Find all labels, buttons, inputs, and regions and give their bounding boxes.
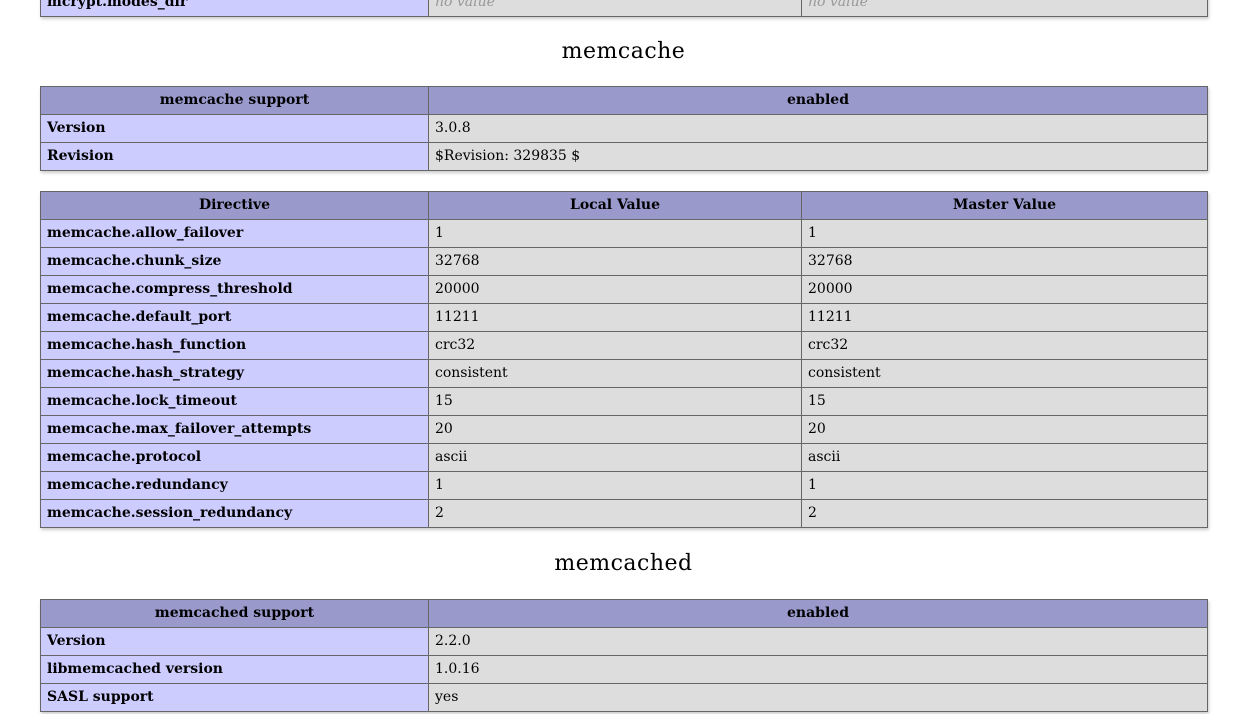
memcached-info-table: memcached support enabled Version 2.2.0 … <box>40 599 1208 712</box>
local-value: no value <box>428 0 802 17</box>
memcache-directives-table: Directive Local Value Master Value memca… <box>40 191 1208 528</box>
memcache-info-table: memcache support enabled Version 3.0.8 R… <box>40 86 1208 171</box>
local-value: 20000 <box>428 275 802 304</box>
directive-name: mcrypt.modes_dir <box>40 0 429 17</box>
info-key: SASL support <box>40 683 429 712</box>
table-row: memcache.chunk_size 32768 32768 <box>40 247 1208 276</box>
info-value: $Revision: 329835 $ <box>428 142 1208 171</box>
info-value: 1.0.16 <box>428 655 1208 684</box>
table-row: SASL support yes <box>40 683 1208 712</box>
info-key: Version <box>40 627 429 656</box>
info-value: 3.0.8 <box>428 114 1208 143</box>
header-cell: enabled <box>428 86 1208 115</box>
table-row: Version 3.0.8 <box>40 114 1208 143</box>
master-value: no value <box>801 0 1208 17</box>
header-cell: memcache support <box>40 86 429 115</box>
info-key: Revision <box>40 142 429 171</box>
local-value: 1 <box>428 219 802 248</box>
directive-name: memcache.allow_failover <box>40 219 429 248</box>
local-value: 11211 <box>428 303 802 332</box>
table-row: memcache.lock_timeout 15 15 <box>40 387 1208 416</box>
directive-name: memcache.max_failover_attempts <box>40 415 429 444</box>
master-value: 15 <box>801 387 1208 416</box>
directive-name: memcache.hash_strategy <box>40 359 429 388</box>
header-cell: enabled <box>428 599 1208 628</box>
local-value: ascii <box>428 443 802 472</box>
table-header-row: memcached support enabled <box>40 599 1208 628</box>
directive-name: memcache.protocol <box>40 443 429 472</box>
master-value: ascii <box>801 443 1208 472</box>
table-header-row: Directive Local Value Master Value <box>40 191 1208 220</box>
master-value: 20000 <box>801 275 1208 304</box>
local-value: 1 <box>428 471 802 500</box>
local-value: crc32 <box>428 331 802 360</box>
table-row: libmemcached version 1.0.16 <box>40 655 1208 684</box>
table-row: memcache.max_failover_attempts 20 20 <box>40 415 1208 444</box>
directive-name: memcache.compress_threshold <box>40 275 429 304</box>
local-value: 20 <box>428 415 802 444</box>
header-cell: Directive <box>40 191 429 220</box>
local-value: consistent <box>428 359 802 388</box>
table-row: memcache.hash_function crc32 crc32 <box>40 331 1208 360</box>
master-value: 1 <box>801 471 1208 500</box>
header-cell: Local Value <box>428 191 802 220</box>
local-value: 15 <box>428 387 802 416</box>
table-row: memcache.redundancy 1 1 <box>40 471 1208 500</box>
section-title-memcache: memcache <box>561 39 686 64</box>
table-row: Revision $Revision: 329835 $ <box>40 142 1208 171</box>
info-value: 2.2.0 <box>428 627 1208 656</box>
table-row: memcache.allow_failover 1 1 <box>40 219 1208 248</box>
header-cell: Master Value <box>801 191 1208 220</box>
mcrypt-directives-table: mcrypt.modes_dir no value no value <box>40 0 1208 17</box>
info-key: Version <box>40 114 429 143</box>
table-row: memcache.compress_threshold 20000 20000 <box>40 275 1208 304</box>
master-value: crc32 <box>801 331 1208 360</box>
table-row: Version 2.2.0 <box>40 627 1208 656</box>
master-value: 2 <box>801 499 1208 528</box>
local-value: 32768 <box>428 247 802 276</box>
directive-name: memcache.session_redundancy <box>40 499 429 528</box>
table-row: memcache.session_redundancy 2 2 <box>40 499 1208 528</box>
section-title-memcached: memcached <box>554 551 693 576</box>
directive-name: memcache.lock_timeout <box>40 387 429 416</box>
master-value: 1 <box>801 219 1208 248</box>
directive-name: memcache.redundancy <box>40 471 429 500</box>
directive-name: memcache.default_port <box>40 303 429 332</box>
table-row: memcache.default_port 11211 11211 <box>40 303 1208 332</box>
master-value: 32768 <box>801 247 1208 276</box>
directive-name: memcache.chunk_size <box>40 247 429 276</box>
info-key: libmemcached version <box>40 655 429 684</box>
master-value: 11211 <box>801 303 1208 332</box>
table-row: mcrypt.modes_dir no value no value <box>40 0 1208 17</box>
table-row: memcache.hash_strategy consistent consis… <box>40 359 1208 388</box>
info-value: yes <box>428 683 1208 712</box>
directive-name: memcache.hash_function <box>40 331 429 360</box>
header-cell: memcached support <box>40 599 429 628</box>
table-header-row: memcache support enabled <box>40 86 1208 115</box>
master-value: consistent <box>801 359 1208 388</box>
master-value: 20 <box>801 415 1208 444</box>
local-value: 2 <box>428 499 802 528</box>
table-row: memcache.protocol ascii ascii <box>40 443 1208 472</box>
